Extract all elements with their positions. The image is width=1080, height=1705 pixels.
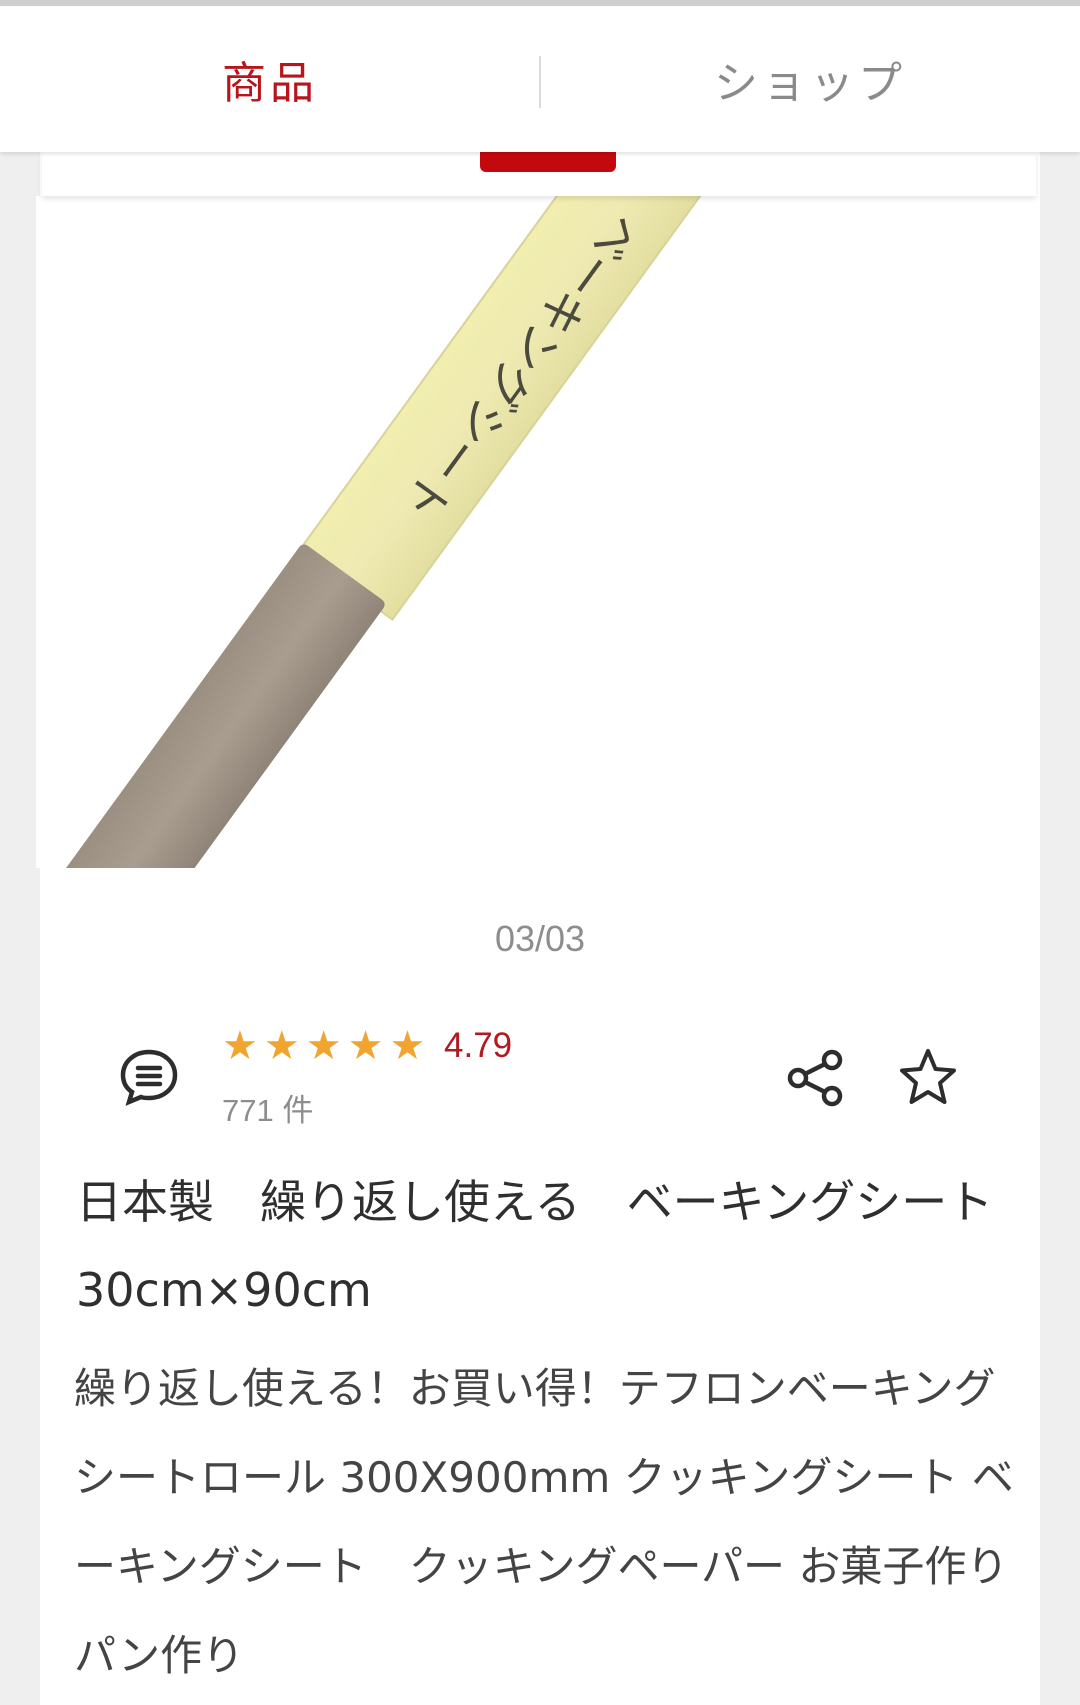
tab-shop[interactable]: ショップ <box>540 6 1080 152</box>
review-count[interactable]: 771 件 <box>222 1085 313 1130</box>
star-outline-icon[interactable] <box>896 1046 960 1110</box>
star-icon: ★ <box>222 1023 258 1069</box>
rating-value: 4.79 <box>444 1026 513 1065</box>
share-icon[interactable] <box>784 1046 848 1110</box>
star-icon: ★ <box>347 1023 384 1069</box>
comment-icon[interactable] <box>118 1046 180 1108</box>
product-image[interactable]: ベーキングシート <box>36 113 1040 971</box>
tab-products-label: 商品 <box>222 58 318 109</box>
rating-stars: ★ ★ ★ ★ ★ <box>222 1024 425 1068</box>
image-counter: 03/03 <box>494 918 586 959</box>
app-screen: 商品 ショップ ベーキングシート 03/03 ★ ★ ★ ★ ★ 4.79 77… <box>0 0 1080 1705</box>
product-description: 繰り返し使える！お買い得！テフロンベーキングシートロール 300X900mm ク… <box>74 1364 1014 1680</box>
tab-shop-label: ショップ <box>714 58 906 109</box>
star-icon: ★ <box>305 1023 342 1069</box>
baking-sheet-roll-image: ベーキングシート <box>36 113 712 971</box>
tab-products[interactable]: 商品 <box>0 6 540 152</box>
product-title: 日本製 繰り返し使える ベーキングシート 30cm×90cm <box>76 1175 1039 1317</box>
star-icon: ★ <box>389 1023 426 1069</box>
star-icon: ★ <box>263 1023 300 1069</box>
top-tab-bar: 商品 ショップ <box>0 0 1080 152</box>
